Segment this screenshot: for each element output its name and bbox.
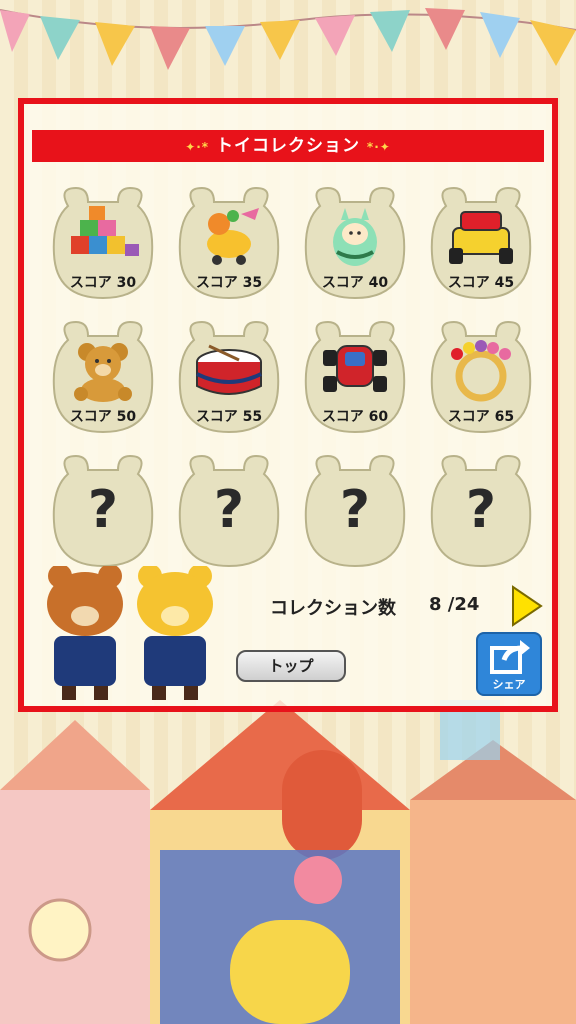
toy-slot-roly-poly-doll[interactable]: スコア 40: [300, 184, 410, 302]
toy-score-label: スコア 30: [69, 275, 137, 291]
title-sparkle-left: ✦·*: [185, 140, 210, 154]
ring-rattle-icon: [451, 340, 511, 402]
town-illustration: [0, 700, 576, 1024]
toy-score-label: スコア 45: [447, 275, 515, 291]
toy-slot-locked[interactable]: ?: [48, 452, 158, 570]
teddy-bear-icon: [74, 343, 132, 402]
share-icon: [490, 640, 530, 674]
red-car-icon: [323, 345, 387, 392]
drum-icon: [196, 344, 262, 395]
share-label: シェア: [492, 678, 526, 691]
toy-collection-panel: ✦·* トイコレクション *·✦ スコア 30 スコア 35 スコア 40 スコア 4…: [18, 98, 558, 712]
toy-score-label: スコア 40: [321, 275, 389, 291]
toy-slot-drum[interactable]: スコア 55: [174, 318, 284, 436]
toy-slot-duck-pull-toy[interactable]: スコア 35: [174, 184, 284, 302]
building-blocks-icon: [71, 206, 139, 256]
bunting-decoration: [0, 8, 576, 70]
roly-poly-doll-icon: [333, 208, 377, 266]
locked-question-mark: ?: [87, 480, 119, 540]
title-sparkle-right: *·✦: [366, 140, 391, 154]
toy-score-label: スコア 60: [321, 409, 389, 425]
bear-characters: [30, 564, 230, 710]
toy-slot-ring-rattle[interactable]: スコア 65: [426, 318, 536, 436]
locked-question-mark: ?: [213, 480, 245, 540]
toy-slot-locked[interactable]: ?: [300, 452, 410, 570]
panel-title-bar: ✦·* トイコレクション *·✦: [32, 130, 544, 162]
toy-slot-teddy-bear[interactable]: スコア 50: [48, 318, 158, 436]
locked-question-mark: ?: [465, 480, 497, 540]
toy-score-label: スコア 35: [195, 275, 263, 291]
toy-slot-yellow-car[interactable]: スコア 45: [426, 184, 536, 302]
locked-question-mark: ?: [339, 480, 371, 540]
panel-title: トイコレクション: [216, 136, 360, 156]
collection-count-value: 8 /24: [429, 594, 480, 615]
toy-score-label: スコア 55: [195, 409, 263, 425]
toy-score-label: スコア 50: [69, 409, 137, 425]
collection-count-label: コレクション数: [270, 598, 396, 619]
duck-pull-toy-icon: [207, 208, 259, 265]
top-button[interactable]: トップ: [236, 650, 346, 682]
yellow-car-icon: [449, 211, 513, 264]
toy-slot-locked[interactable]: ?: [174, 452, 284, 570]
toy-score-label: スコア 65: [447, 409, 515, 425]
toy-slot-red-car[interactable]: スコア 60: [300, 318, 410, 436]
share-button[interactable]: シェア: [476, 632, 542, 696]
next-page-arrow-icon[interactable]: [510, 584, 544, 628]
toy-slot-locked[interactable]: ?: [426, 452, 536, 570]
toy-slot-building-blocks[interactable]: スコア 30: [48, 184, 158, 302]
